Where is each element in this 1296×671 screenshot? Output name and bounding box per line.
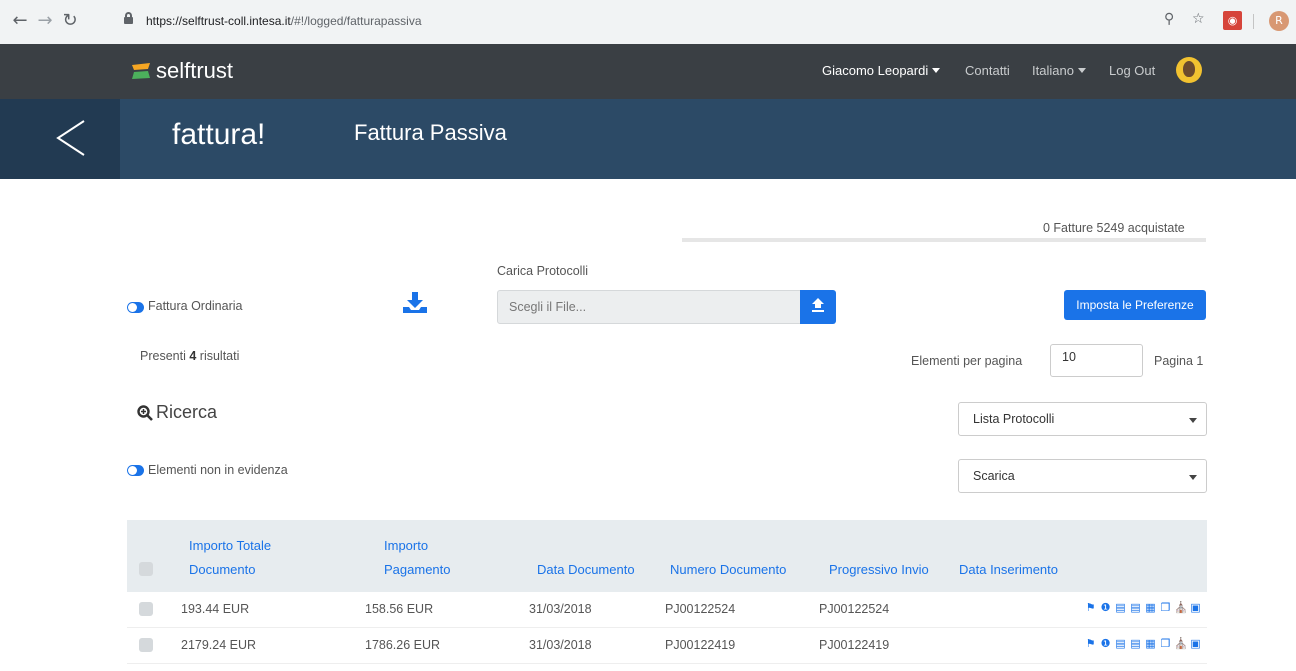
logout-link[interactable]: Log Out [1109,63,1155,78]
file-placeholder: Scegli il File... [509,300,587,314]
user-avatar[interactable] [1176,57,1202,83]
cell-numero-documento: PJ00122524 [665,602,736,616]
header-numero-documento[interactable]: Numero Documento [670,558,786,582]
language-menu[interactable]: Italiano [1032,63,1086,78]
header-importo-pagamento[interactable]: Importo Pagamento [384,534,451,582]
document-icon[interactable]: ▤ [1114,638,1127,650]
bookmark-icon[interactable]: ⚑ [1084,638,1097,650]
document-icon[interactable]: ▤ [1114,602,1127,614]
header-progressivo-invio[interactable]: Progressivo Invio [829,558,929,582]
cell-importo-totale: 2179.24 EUR [181,638,257,652]
bank-icon[interactable]: ⛪ [1174,602,1188,614]
fattura-brand: fattura! [172,118,266,151]
page-title: Fattura Passiva [354,120,507,145]
profile-avatar[interactable]: R [1269,11,1289,31]
info-icon[interactable]: ❶ [1099,638,1112,650]
header-importo-totale[interactable]: Importo Totale Documento [189,534,271,582]
select-all-checkbox[interactable] [139,562,153,576]
url-text[interactable]: https://selftrust-coll.intesa.it/#!/logg… [146,14,422,28]
per-page-value: 10 [1062,350,1076,364]
results-suffix: risultati [199,349,240,363]
header-line: Importo Totale [189,538,272,553]
scarica-value: Scarica [973,469,1015,483]
lock-icon [124,12,133,24]
zoom-in-icon[interactable] [137,405,153,421]
cell-progressivo-invio: PJ00122524 [819,602,890,616]
toggle-elementi-evidenza[interactable] [127,465,144,476]
results-count: 4 [189,349,197,363]
invoice-counter: 0 Fatture 5249 acquistate [1043,221,1185,235]
copy-icon[interactable]: ❐ [1159,602,1172,614]
document-icon[interactable]: ▤ [1129,602,1142,614]
document-icon[interactable]: ▤ [1129,638,1142,650]
pdf-icon[interactable]: ▦ [1144,638,1157,650]
fattura-ordinaria-label: Fattura Ordinaria [148,299,243,313]
download-icon[interactable] [401,290,429,314]
key-icon[interactable]: ⚲ [1164,11,1174,27]
row-checkbox[interactable] [139,638,153,652]
header-line: Importo [384,538,429,553]
cell-progressivo-invio: PJ00122419 [819,638,890,652]
chevron-down-icon [1189,475,1197,480]
briefcase-icon[interactable]: ▣ [1189,638,1202,650]
cell-importo-totale: 193.44 EUR [181,602,250,616]
page-indicator: Pagina 1 [1154,354,1204,368]
header-data-documento[interactable]: Data Documento [537,558,635,582]
upload-button[interactable] [800,290,836,324]
row-divider [127,663,1207,664]
cell-data-documento: 31/03/2018 [529,602,592,616]
url-host: https://selftrust-coll.intesa.it [146,14,291,28]
briefcase-icon[interactable]: ▣ [1189,602,1202,614]
extension-icon[interactable]: ◉ [1223,11,1242,30]
progress-bar [682,238,1206,242]
bank-icon[interactable]: ⛪ [1174,638,1188,650]
language-label: Italiano [1032,63,1074,78]
toolbar-divider [1253,14,1254,29]
logo-text: selftrust [156,58,234,83]
contacts-link[interactable]: Contatti [965,63,1010,78]
results-prefix: Presenti [140,349,186,363]
user-menu[interactable]: Giacomo Leopardi [822,63,941,78]
header-line: Pagamento [384,562,451,577]
chevron-down-icon [1189,418,1197,423]
header-line: Documento [189,562,256,577]
upload-icon [812,298,824,312]
bookmark-icon[interactable]: ⚑ [1084,602,1097,614]
toggle-fattura-ordinaria[interactable] [127,302,144,313]
selftrust-logo-icon [132,63,150,79]
cell-importo-pagamento: 1786.26 EUR [365,638,441,652]
chevron-left-icon[interactable] [50,117,92,159]
pdf-icon[interactable]: ▦ [1144,602,1157,614]
cell-data-documento: 31/03/2018 [529,638,592,652]
search-toggle-label[interactable]: Ricerca [156,402,217,423]
user-name: Giacomo Leopardi [822,63,929,78]
forward-arrow-icon[interactable]: → [33,9,57,33]
reload-icon[interactable]: ↻ [58,9,82,33]
per-page-label: Elementi per pagina [911,354,1023,368]
info-icon[interactable]: ❶ [1099,602,1112,614]
row-actions: ⚑ ❶ ▤ ▤ ▦ ❐ ⛪ ▣ [1084,638,1202,650]
url-path: /#!/logged/fatturapassiva [290,14,422,28]
results-summary: Presenti 4 risultati [140,349,239,363]
lista-protocolli-value: Lista Protocolli [973,412,1055,426]
carica-protocolli-label: Carica Protocolli [497,264,589,278]
chevron-down-icon [1077,68,1086,73]
copy-icon[interactable]: ❐ [1159,638,1172,650]
back-arrow-icon[interactable]: ← [8,9,32,33]
row-checkbox[interactable] [139,602,153,616]
cell-numero-documento: PJ00122419 [665,638,736,652]
preferences-button[interactable]: Imposta le Preferenze [1064,290,1206,320]
row-actions: ⚑ ❶ ▤ ▤ ▦ ❐ ⛪ ▣ [1084,602,1202,614]
elementi-evidenza-label: Elementi non in evidenza [148,463,288,477]
header-data-inserimento[interactable]: Data Inserimento [959,558,1058,582]
chevron-down-icon [932,68,941,73]
cell-importo-pagamento: 158.56 EUR [365,602,434,616]
star-icon[interactable]: ☆ [1192,11,1205,27]
